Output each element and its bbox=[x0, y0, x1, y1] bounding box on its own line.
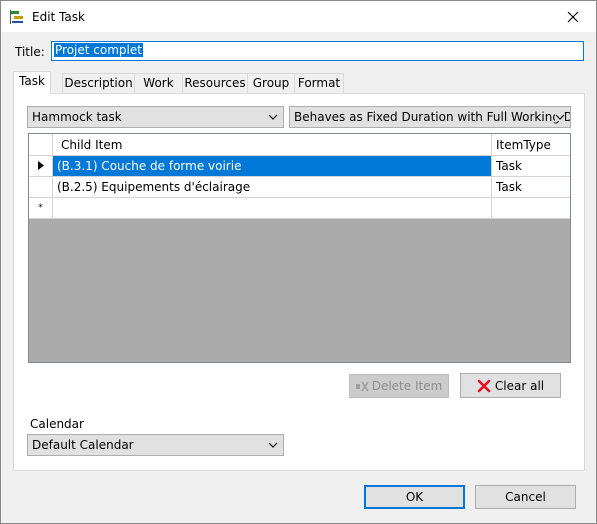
tab-resources[interactable]: Resources bbox=[182, 73, 248, 93]
new-row[interactable]: * bbox=[29, 197, 570, 219]
grid-header-row: Child Item ItemType bbox=[29, 134, 570, 156]
delete-icon bbox=[355, 381, 369, 391]
calendar-value: Default Calendar bbox=[32, 438, 134, 452]
behavior-select[interactable]: Behaves as Fixed Duration with Full Work… bbox=[289, 106, 571, 128]
cell-item-type[interactable]: Task bbox=[491, 176, 570, 198]
child-items-grid[interactable]: Child Item ItemType (B.3.1) Couche de fo… bbox=[28, 133, 571, 363]
grid-corner-header bbox=[29, 134, 53, 156]
title-bar: Edit Task bbox=[1, 1, 596, 32]
tab-description[interactable]: Description bbox=[62, 73, 135, 93]
tab-format[interactable]: Format bbox=[294, 73, 344, 93]
column-header-child-item[interactable]: Child Item bbox=[52, 134, 492, 156]
tab-group[interactable]: Group bbox=[247, 73, 295, 93]
ok-button[interactable]: OK bbox=[364, 485, 465, 509]
row-selector[interactable] bbox=[29, 155, 53, 177]
tab-task[interactable]: Task bbox=[13, 71, 51, 94]
clear-x-icon bbox=[477, 379, 491, 392]
calendar-label: Calendar bbox=[30, 417, 84, 431]
chevron-down-icon bbox=[268, 114, 278, 120]
close-icon bbox=[567, 11, 579, 22]
new-row-type-cell[interactable] bbox=[491, 197, 570, 219]
new-row-child-cell[interactable] bbox=[52, 197, 492, 219]
calendar-select[interactable]: Default Calendar bbox=[27, 434, 284, 456]
gantt-icon bbox=[10, 9, 26, 25]
clear-all-label: Clear all bbox=[494, 378, 545, 393]
delete-item-label: Delete Item bbox=[371, 379, 443, 393]
new-row-marker: * bbox=[29, 197, 53, 219]
title-input[interactable]: Projet complet bbox=[51, 41, 584, 61]
task-type-select[interactable]: Hammock task bbox=[27, 106, 284, 128]
cell-item-type[interactable]: Task bbox=[491, 155, 570, 177]
cancel-button[interactable]: Cancel bbox=[475, 485, 576, 509]
table-row[interactable]: (B.2.5) Equipements d'éclairage Task bbox=[29, 176, 570, 198]
column-header-item-type[interactable]: ItemType bbox=[491, 134, 570, 156]
current-row-arrow-icon bbox=[37, 161, 44, 170]
task-type-value: Hammock task bbox=[32, 110, 122, 124]
close-button[interactable] bbox=[550, 1, 596, 32]
delete-item-button[interactable]: Delete Item bbox=[349, 374, 449, 398]
tab-work[interactable]: Work bbox=[134, 73, 183, 93]
cell-child-item[interactable]: (B.2.5) Equipements d'éclairage bbox=[52, 176, 492, 198]
title-input-value: Projet complet bbox=[54, 43, 143, 57]
row-selector[interactable] bbox=[29, 176, 53, 198]
cell-child-item[interactable]: (B.3.1) Couche de forme voirie bbox=[52, 155, 492, 177]
chevron-down-icon bbox=[268, 442, 278, 448]
title-label: Title: bbox=[15, 45, 45, 59]
clear-all-button[interactable]: Clear all bbox=[460, 373, 561, 398]
chevron-down-icon bbox=[555, 113, 565, 121]
table-row[interactable]: (B.3.1) Couche de forme voirie Task bbox=[29, 155, 570, 177]
behavior-value: Behaves as Fixed Duration with Full Work… bbox=[294, 110, 571, 124]
window-title: Edit Task bbox=[32, 10, 85, 24]
edit-task-dialog: Edit Task Title: Projet complet Task Des… bbox=[0, 0, 597, 524]
